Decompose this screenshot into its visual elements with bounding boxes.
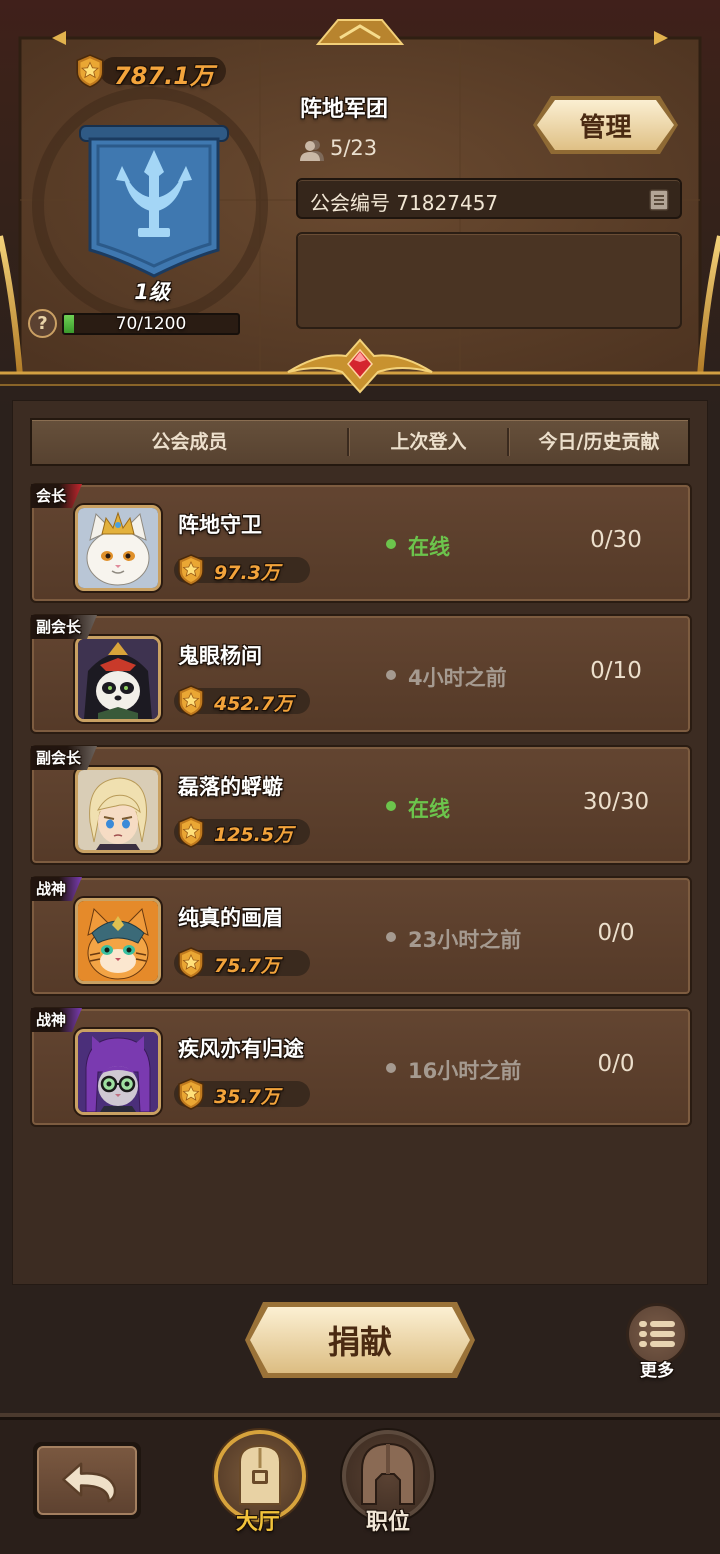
member-row[interactable]: 战神纯真的画眉 75.7万 23小时之前 0/0 [30,876,692,996]
donate-button-label: 捐献 [250,1307,470,1373]
manage-button[interactable]: 管理 [533,96,678,154]
member-power: 97.3万 [174,554,310,586]
role-tag: 副会长 [31,615,97,639]
back-button-face [37,1446,137,1515]
back-arrow-icon [62,1462,117,1503]
role-label: 会长 [36,487,67,505]
purple-cat-glasses-avatar[interactable] [75,1029,161,1115]
status-text: 16小时之前 [408,1059,522,1083]
nav-position-label: 职位 [365,1510,410,1535]
role-tag: 会长 [31,484,82,508]
header-divider [507,428,509,456]
member-name: 鬼眼杨间 [178,644,262,668]
role-tag: 战神 [31,877,82,901]
member-power: 75.7万 [174,947,310,979]
role-label: 副会长 [36,618,82,636]
header-last-login: 上次登入 [390,431,467,453]
guild-id-box: 公会编号 71827457 [296,178,682,219]
status-text: 在线 [408,535,450,559]
copy-icon[interactable] [648,188,670,212]
guild-id-number: 71827457 [396,191,499,215]
member-row[interactable]: 副会长鬼眼杨间 452.7万 4小时之前 0/10 [30,614,692,734]
guild-name: 阵地军团 [300,97,389,122]
status-dot-icon [386,670,396,680]
member-row[interactable]: 会长阵地守卫 97.3万 在线 0/30 [30,483,692,603]
status-dot-icon [386,539,396,549]
role-tag: 副会长 [31,746,97,770]
star-shield-icon [176,816,206,848]
role-tag: 战神 [31,1008,82,1032]
guild-banner[interactable] [70,118,240,283]
member-name: 阵地守卫 [178,513,262,537]
role-label: 战神 [36,1011,67,1029]
status-text: 23小时之前 [408,928,522,952]
power-value: 97.3万 [214,562,280,584]
star-shield-icon [176,1078,206,1110]
guild-notice-box[interactable] [296,232,682,329]
member-table-header: 公会成员 上次登入 今日/历史贡献 [30,418,690,466]
blonde-knight-avatar[interactable] [75,767,161,853]
member-row[interactable]: 战神疾风亦有归途 35.7万 16小时之前 0/0 [30,1007,692,1127]
contribution-value: 0/10 [590,658,642,684]
power-value: 75.7万 [214,955,280,977]
member-name: 磊落的蜉蝣 [178,775,283,799]
contribution-value: 0/0 [597,920,635,946]
help-button[interactable]: ? [28,309,57,338]
members-icon [300,139,324,161]
guild-id: 公会编号 71827457 [310,187,498,216]
header-divider [347,428,349,456]
member-power: 125.5万 [174,816,310,848]
contribution-value: 0/30 [590,527,642,553]
guild-level: 1级 [134,280,170,304]
contribution-value: 0/0 [597,1051,635,1077]
more-label: 更多 [640,1361,674,1381]
back-button[interactable] [33,1442,141,1519]
star-shield-icon [176,947,206,979]
guild-id-label: 公会编号 [310,191,390,215]
star-shield-icon [74,54,106,88]
member-power: 35.7万 [174,1078,310,1110]
panda-hood-avatar[interactable] [75,636,161,722]
power-value: 35.7万 [214,1086,280,1108]
member-name: 纯真的画眉 [178,906,283,930]
donate-button[interactable]: 捐献 [245,1302,475,1378]
member-list: 会长 阵地守卫 97.3万 在线 0/30 副会长 鬼眼杨间 452.7万 4小时之前 0/10 副… [0,483,720,1133]
header-contribution: 今日/历史贡献 [538,431,660,453]
status-text: 4小时之前 [408,666,507,690]
star-shield-icon [176,685,206,717]
list-icon [639,1321,675,1347]
manage-button-label: 管理 [537,100,674,150]
nav-hall-label: 大厅 [235,1510,280,1535]
member-count: 5/23 [330,136,378,160]
star-shield-icon [176,554,206,586]
member-power: 452.7万 [174,685,310,717]
role-label: 副会长 [36,749,82,767]
guild-exp-bar: 70/1200 [62,313,240,335]
contribution-value: 30/30 [582,789,650,815]
status-dot-icon [386,932,396,942]
white-cat-king-avatar[interactable] [75,505,161,591]
power-value: 452.7万 [214,693,294,715]
power-value: 125.5万 [214,824,294,846]
status-dot-icon [386,801,396,811]
status-dot-icon [386,1063,396,1073]
role-label: 战神 [36,880,67,898]
guild-power-value: 787.1万 [114,62,214,90]
header-member: 公会成员 [151,431,228,453]
status-text: 在线 [408,797,450,821]
tiger-cat-helmet-avatar[interactable] [75,898,161,984]
member-row[interactable]: 副会长磊落的蜉蝣 125.5万 在线 30/30 [30,745,692,865]
exp-text: 70/1200 [115,314,187,334]
member-name: 疾风亦有归途 [178,1037,304,1061]
